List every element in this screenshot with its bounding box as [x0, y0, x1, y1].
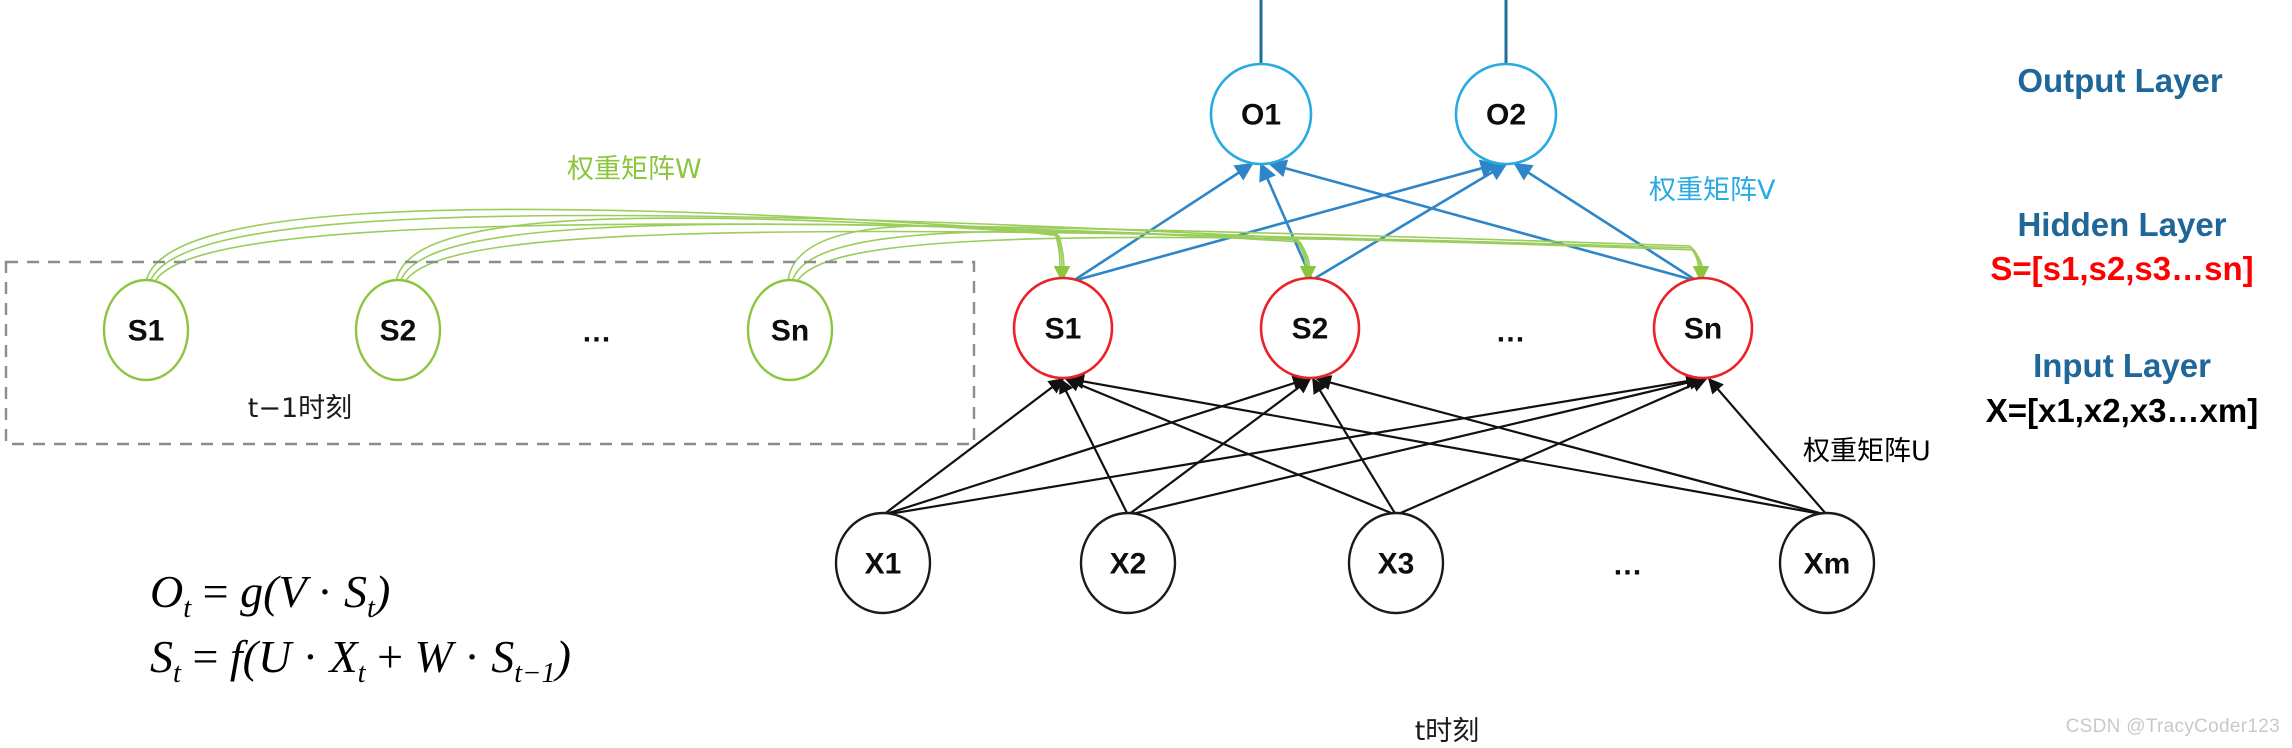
weight-matrix-w-label: 权重矩阵W [567, 154, 702, 185]
prev-timestep-caption: t−1时刻 [248, 393, 352, 424]
output-node-label: O2 [1486, 99, 1526, 132]
weight-matrix-v-label: 权重矩阵V [1649, 175, 1776, 206]
prev-hidden-node[interactable]: S1 [102, 278, 190, 382]
input-node-label: X3 [1378, 548, 1415, 581]
formula-state: St = f(U · Xt + W · St−1) [150, 631, 571, 690]
prev-hidden-node[interactable]: Sn [746, 278, 834, 382]
hidden-layer-heading: Hidden Layer [2017, 206, 2226, 243]
hidden-layer-ellipsis: … [1496, 316, 1525, 349]
hidden-node-label: S2 [1292, 313, 1329, 346]
input-node[interactable]: X1 [834, 511, 932, 615]
input-node-label: X2 [1110, 548, 1147, 581]
input-node-label: Xm [1804, 548, 1851, 581]
output-layer-heading: Output Layer [2017, 62, 2223, 99]
hidden-node[interactable]: Sn [1652, 276, 1754, 380]
input-layer-heading: Input Layer [2033, 347, 2211, 384]
input-node[interactable]: X2 [1079, 511, 1177, 615]
hidden-node-label: Sn [1684, 313, 1722, 346]
hidden-node-label: S1 [1045, 313, 1082, 346]
input-node-label: X1 [865, 548, 902, 581]
hidden-layer-vector: S=[s1,s2,s3…sn] [1990, 250, 2253, 287]
formula-output: Ot = g(V · St) [150, 566, 391, 625]
prev-hidden-ellipsis: … [582, 316, 611, 349]
prev-hidden-node[interactable]: S2 [354, 278, 442, 382]
current-timestep-caption: t时刻 [1415, 716, 1480, 747]
input-layer-vector: X=[x1,x2,x3…xm] [1986, 392, 2258, 429]
hidden-node[interactable]: S1 [1012, 276, 1114, 380]
output-node[interactable]: O1 [1209, 62, 1313, 166]
rnn-diagram-canvas: S1 S2 Sn … t−1时刻 S1 S2 Sn … O1 O2 X1 X2 … [0, 0, 2292, 748]
csdn-watermark: CSDN @TracyCoder123 [2065, 716, 2280, 737]
output-node-label: O1 [1241, 99, 1281, 132]
input-layer-ellipsis: … [1613, 549, 1642, 582]
prev-hidden-node-label: S2 [380, 315, 417, 348]
hidden-node[interactable]: S2 [1259, 276, 1361, 380]
weight-matrix-u-label: 权重矩阵U [1803, 436, 1931, 467]
input-node[interactable]: Xm [1778, 511, 1876, 615]
input-node[interactable]: X3 [1347, 511, 1445, 615]
output-node[interactable]: O2 [1454, 62, 1558, 166]
prev-hidden-node-label: S1 [128, 315, 165, 348]
prev-hidden-node-label: Sn [771, 315, 809, 348]
